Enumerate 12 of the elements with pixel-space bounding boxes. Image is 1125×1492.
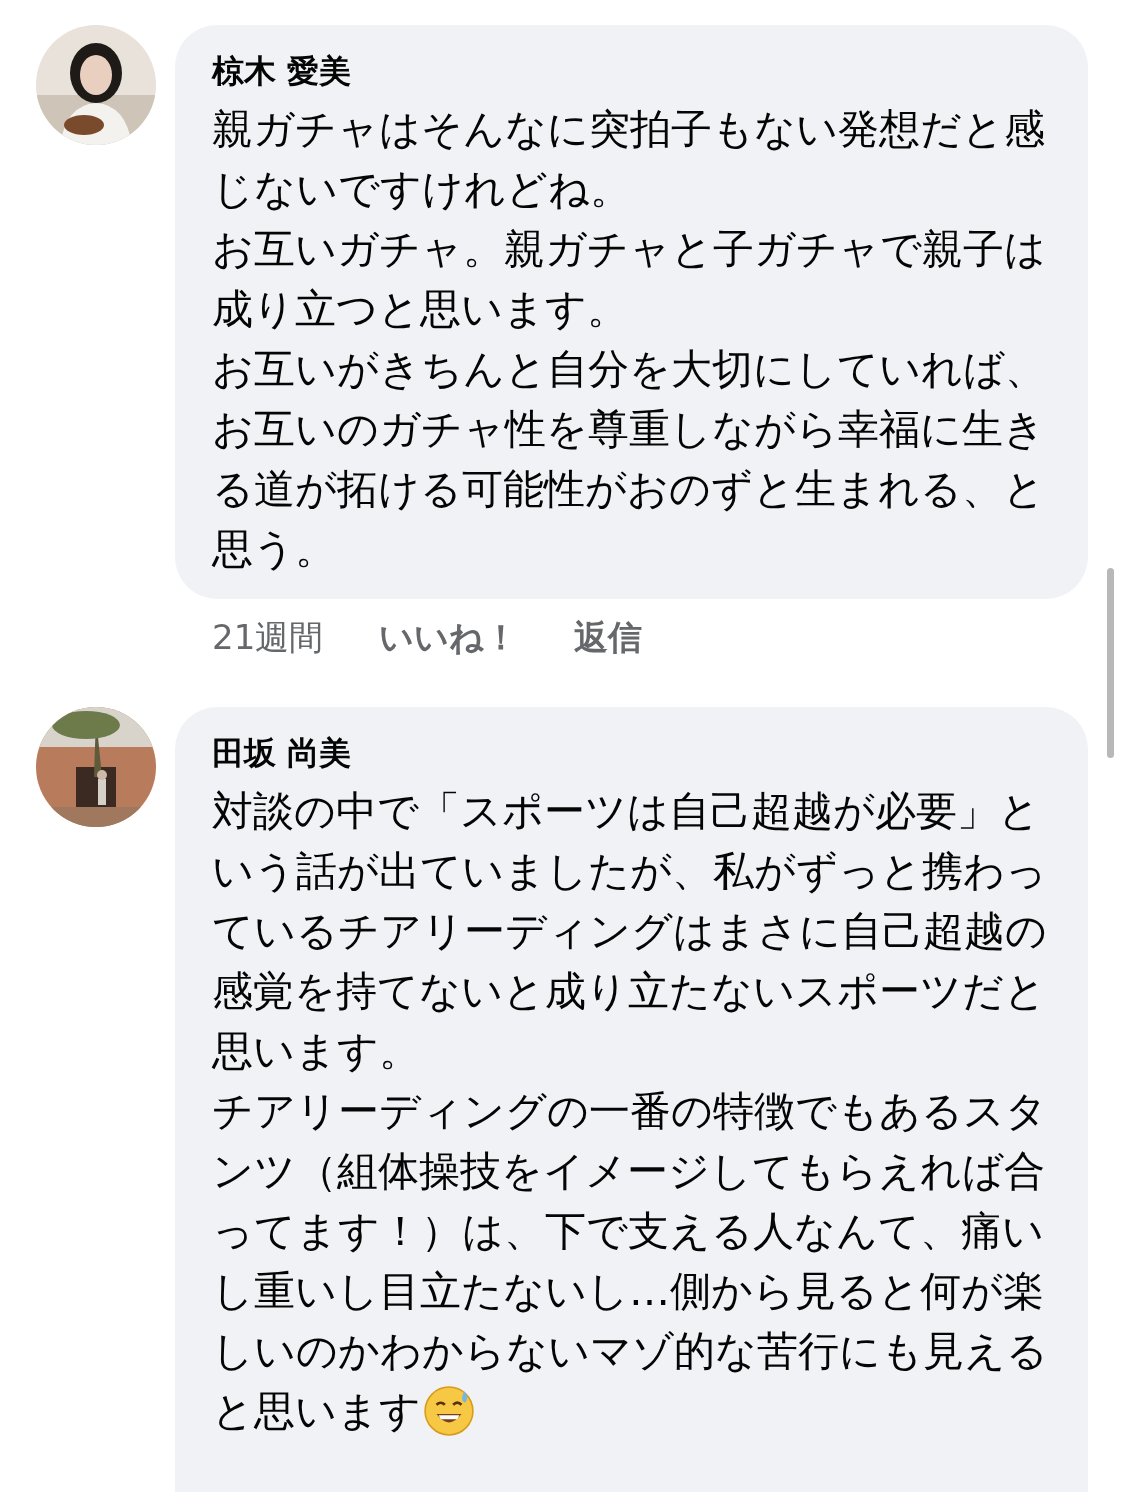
like-link[interactable]: いいね！	[379, 615, 519, 659]
comment-text: チアリーディングの一番の特徴でもあるスタンツ（組体操技をイメージしてもらえれば合ってます！）は、下で支える人なんて、痛いし重いし目立たないし…側から見ると何が楽しいのかわからないマゾ的な苦行にも見えると思います	[212, 1086, 1049, 1439]
sweat-smile-icon	[423, 1385, 475, 1437]
author-name[interactable]: 田坂 尚美	[212, 731, 1052, 775]
author-name[interactable]: 椋木 愛美	[212, 49, 1052, 93]
comment-text: 対談の中で「スポーツは自己超越が必要」という話が出ていましたが、私がずっと携わっているチアリーディングはまさに自己超越の感覚を持てないと成り立たないスポーツだと思います。	[212, 786, 1048, 1077]
reply-link[interactable]: 返信	[574, 615, 643, 659]
scrollbar[interactable]	[1107, 568, 1114, 758]
comment-text: お互いガチャ。親ガチャと子ガチャで親子は成り立つと思います。	[212, 224, 1047, 335]
comment-text: お互いがきちんと自分を大切にしていれば、お互いのガチャ性を尊重しながら幸福に生きる道が拓ける可能性がおのずと生まれる、と思う。	[212, 344, 1047, 575]
comment-time: 21週間	[212, 616, 324, 659]
comment-text: 親ガチャはそんなに突拍子もない発想だと感じないですけれどね。	[212, 104, 1046, 215]
